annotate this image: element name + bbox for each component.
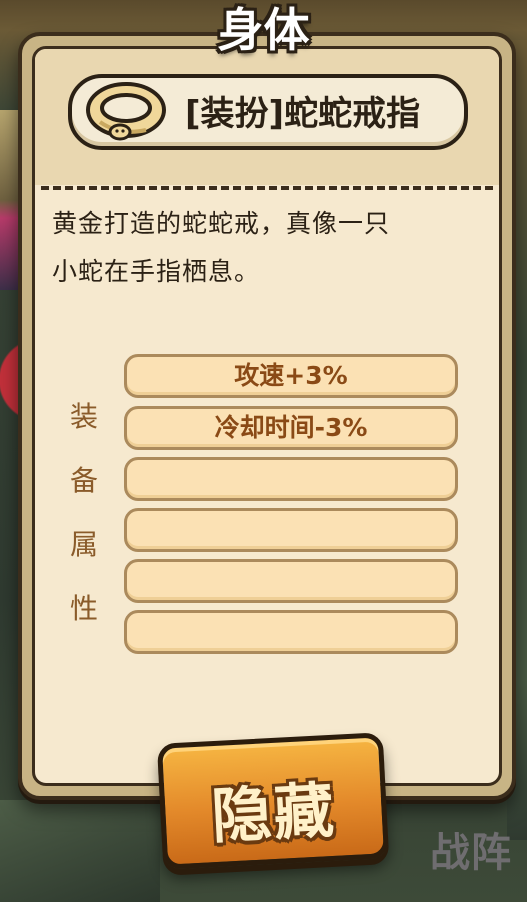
- panel-title: 身体: [217, 3, 310, 57]
- attribute-slot: 冷却时间-3%: [124, 406, 458, 450]
- attr-label-char: 性: [69, 592, 98, 625]
- background-bottom-left: [0, 800, 160, 902]
- attr-label-char: 属: [69, 528, 98, 561]
- hide-button-label: 隐藏: [209, 775, 338, 853]
- hide-button[interactable]: 隐藏: [156, 732, 390, 870]
- item-description: 黄金打造的蛇蛇戒，真像一只 小蛇在手指栖息。: [52, 200, 472, 296]
- attribute-slot: [124, 457, 458, 501]
- attr-label-char: 备: [69, 464, 98, 497]
- description-line: 小蛇在手指栖息。: [52, 257, 261, 286]
- attribute-slot: [124, 508, 458, 552]
- equipment-attributes-label: 装 备 属 性: [68, 385, 100, 641]
- description-line: 黄金打造的蛇蛇戒，真像一只: [52, 209, 391, 238]
- snake-ring-icon: [86, 82, 166, 141]
- attribute-slot: [124, 559, 458, 603]
- attribute-slot: 攻速+3%: [124, 354, 458, 398]
- attribute-slot: [124, 610, 458, 654]
- item-name: [装扮]蛇蛇戒指: [185, 94, 421, 134]
- dashed-divider: [41, 186, 493, 190]
- attr-label-char: 装: [69, 400, 98, 433]
- background-tab-label: 战阵: [430, 830, 512, 876]
